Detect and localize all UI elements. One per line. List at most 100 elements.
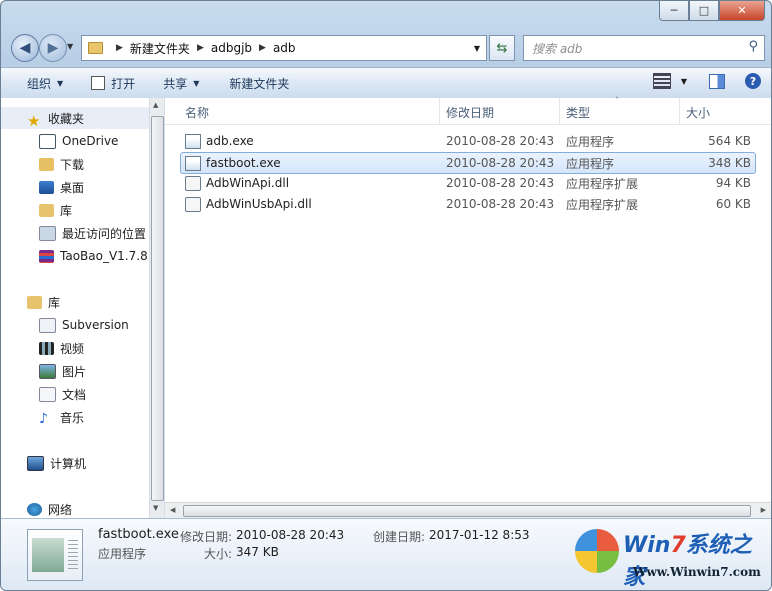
file-row[interactable]: AdbWinUsbApi.dll 2010-08-28 20:43 应用程序扩展… bbox=[181, 194, 755, 214]
desktop-icon bbox=[39, 180, 54, 194]
command-bar: 组织 ▼ 打开 共享 ▼ 新建文件夹 ▼ ? bbox=[1, 67, 771, 99]
video-icon bbox=[39, 341, 54, 355]
view-controls: ▼ ? bbox=[652, 73, 761, 89]
preview-pane-icon[interactable] bbox=[709, 73, 725, 89]
chevron-down-icon[interactable]: ▼ bbox=[681, 77, 687, 86]
dll-file-icon bbox=[185, 175, 201, 191]
details-modified-label: 修改日期: bbox=[180, 530, 233, 544]
scroll-left-icon[interactable]: ◀ bbox=[170, 506, 175, 514]
file-type: 应用程序 bbox=[566, 134, 615, 149]
star-icon: ★ bbox=[27, 111, 41, 130]
file-type: 应用程序 bbox=[566, 156, 615, 171]
sidebar-item-label: OneDrive bbox=[62, 134, 119, 148]
sidebar-item-label: 文档 bbox=[62, 387, 87, 402]
file-name: AdbWinUsbApi.dll bbox=[206, 197, 312, 211]
column-name[interactable]: 名称 bbox=[185, 104, 209, 121]
watermark-logo: Win7系统之家 Www.Winwin7.com bbox=[575, 523, 765, 590]
chevron-down-icon: ▼ bbox=[193, 78, 200, 88]
details-size-label: 大小: bbox=[204, 547, 233, 561]
documents-icon bbox=[39, 386, 56, 402]
sidebar-item-label: 收藏夹 bbox=[48, 111, 85, 126]
file-row-selected[interactable]: fastboot.exe 2010-08-28 20:43 应用程序 348 K… bbox=[180, 152, 756, 174]
file-type: 应用程序扩展 bbox=[566, 176, 639, 191]
column-divider[interactable] bbox=[559, 98, 560, 124]
file-row[interactable]: AdbWinApi.dll 2010-08-28 20:43 应用程序扩展 94… bbox=[181, 173, 755, 193]
dll-file-icon bbox=[185, 196, 201, 212]
scrollbar-thumb[interactable] bbox=[151, 116, 164, 501]
sidebar-scrollbar[interactable]: ▲ ▼ bbox=[149, 98, 164, 518]
recent-pages-dropdown[interactable]: ▼ bbox=[67, 42, 73, 51]
breadcrumb-arrow-icon[interactable]: ▶ bbox=[116, 43, 123, 53]
address-dropdown-icon[interactable]: ▼ bbox=[474, 44, 480, 53]
search-input[interactable]: 搜索 adb ⚲ bbox=[523, 35, 765, 61]
file-list-hscrollbar[interactable]: ◀ ▶ bbox=[165, 502, 771, 519]
sidebar-favorites[interactable]: ★ 收藏夹 bbox=[1, 107, 149, 129]
file-size: 564 KB bbox=[708, 134, 751, 148]
view-options-icon[interactable] bbox=[652, 73, 671, 89]
breadcrumb-arrow-icon[interactable]: ▶ bbox=[197, 43, 204, 53]
column-divider[interactable] bbox=[439, 98, 440, 124]
breadcrumb-arrow-icon[interactable]: ▶ bbox=[259, 43, 266, 53]
sidebar-item-label: 桌面 bbox=[60, 180, 85, 195]
scroll-right-icon[interactable]: ▶ bbox=[761, 506, 766, 514]
forward-arrow-icon: ▶ bbox=[47, 40, 59, 56]
open-button[interactable]: 打开 bbox=[91, 75, 135, 92]
file-name: fastboot.exe bbox=[206, 156, 281, 170]
column-date[interactable]: 修改日期 bbox=[446, 104, 494, 121]
sort-arrow-icon: ˄ bbox=[615, 96, 619, 105]
archive-icon bbox=[39, 249, 54, 263]
scroll-down-icon[interactable]: ▼ bbox=[153, 504, 158, 512]
navigation-pane: ★ 收藏夹 OneDrive 下载 桌面 库 最近访问的位置 TaoBao_V1… bbox=[1, 98, 165, 518]
breadcrumb-item[interactable]: adbgjb bbox=[211, 41, 252, 55]
explorer-window: ─ □ ✕ ◀ ▶ ▼ ▶ 新建文件夹 ▶ adbgjb ▶ adb ▼ ⇆ 搜… bbox=[0, 0, 772, 591]
refresh-icon: ⇆ bbox=[496, 40, 508, 56]
details-file-type: 应用程序 bbox=[98, 547, 147, 561]
maximize-button[interactable]: □ bbox=[689, 1, 719, 21]
new-folder-button[interactable]: 新建文件夹 bbox=[229, 75, 289, 92]
sidebar-item-label: 音乐 bbox=[60, 410, 85, 425]
organize-button[interactable]: 组织 ▼ bbox=[27, 75, 63, 92]
subversion-icon bbox=[39, 317, 56, 333]
details-created-value: 2017-01-12 8:53 bbox=[429, 528, 530, 542]
details-file-name: fastboot.exe bbox=[98, 527, 179, 542]
libraries-icon bbox=[27, 295, 42, 309]
new-folder-label: 新建文件夹 bbox=[229, 76, 290, 91]
share-label: 共享 bbox=[163, 76, 188, 91]
file-date: 2010-08-28 20:43 bbox=[446, 134, 555, 148]
help-icon[interactable]: ? bbox=[745, 73, 761, 89]
sidebar-item-label: TaoBao_V1.7.8. bbox=[60, 249, 152, 263]
music-note-icon: ♪ bbox=[39, 410, 48, 427]
breadcrumb-item[interactable]: adb bbox=[273, 41, 296, 55]
forward-button[interactable]: ▶ bbox=[39, 34, 67, 62]
scroll-up-icon[interactable]: ▲ bbox=[153, 101, 158, 109]
windows-flag-icon bbox=[575, 529, 619, 573]
file-name: AdbWinApi.dll bbox=[206, 176, 290, 190]
minimize-button[interactable]: ─ bbox=[659, 1, 689, 21]
address-bar[interactable]: ▶ 新建文件夹 ▶ adbgjb ▶ adb ▼ bbox=[81, 35, 487, 61]
share-button[interactable]: 共享 ▼ bbox=[163, 75, 199, 92]
network-icon bbox=[27, 502, 42, 516]
breadcrumb: ▶ 新建文件夹 ▶ adbgjb ▶ adb bbox=[109, 40, 296, 57]
back-button[interactable]: ◀ bbox=[11, 34, 39, 62]
file-row[interactable]: adb.exe 2010-08-28 20:43 应用程序 564 KB bbox=[181, 131, 755, 151]
close-button[interactable]: ✕ bbox=[719, 1, 765, 21]
details-created-label: 创建日期: bbox=[373, 530, 426, 544]
recent-places-icon bbox=[39, 225, 56, 241]
file-size: 60 KB bbox=[715, 197, 751, 211]
watermark-brand: Win7系统之家 bbox=[623, 533, 752, 590]
search-icon[interactable]: ⚲ bbox=[748, 39, 758, 54]
breadcrumb-item[interactable]: 新建文件夹 bbox=[130, 40, 190, 57]
file-size: 94 KB bbox=[715, 176, 751, 190]
file-size: 348 KB bbox=[708, 156, 751, 170]
column-size[interactable]: 大小 bbox=[686, 104, 710, 121]
column-divider[interactable] bbox=[679, 98, 680, 124]
details-size-value: 347 KB bbox=[236, 545, 279, 559]
folder-icon bbox=[88, 42, 103, 54]
sidebar-item-label: 网络 bbox=[48, 502, 73, 517]
caption-buttons: ─ □ ✕ bbox=[659, 1, 765, 21]
file-list: 名称 修改日期 类型 ˄ 大小 adb.exe 2010-08-28 20:43… bbox=[165, 96, 771, 518]
scrollbar-thumb[interactable] bbox=[183, 505, 751, 517]
column-type[interactable]: 类型 bbox=[566, 104, 590, 121]
file-type: 应用程序扩展 bbox=[566, 197, 639, 212]
refresh-button[interactable]: ⇆ bbox=[489, 35, 515, 61]
